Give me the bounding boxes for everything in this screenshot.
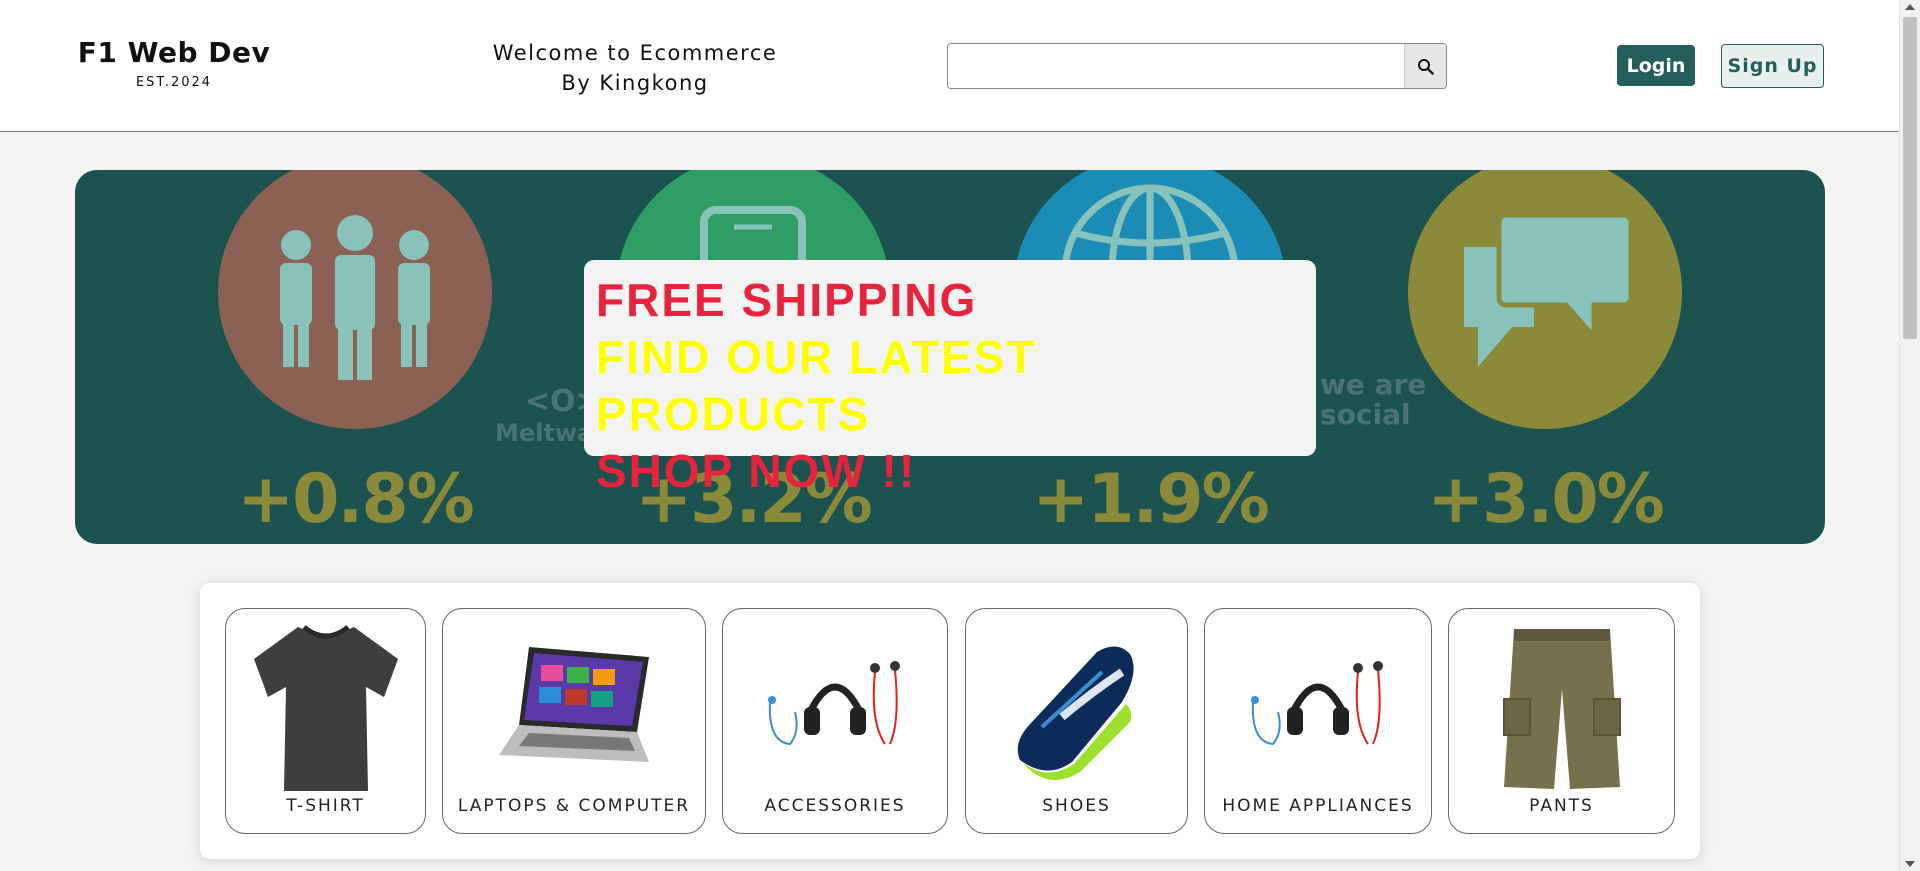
search-input[interactable] (948, 44, 1404, 88)
promo-free-shipping: FREE SHIPPING (596, 274, 978, 326)
promo-latest-products: FIND OUR LATEST PRODUCTS (596, 331, 1037, 440)
shoe-image (1017, 645, 1134, 780)
category-card-laptops[interactable]: LAPTOPS & COMPUTER (442, 608, 706, 834)
scroll-up-arrow-icon[interactable] (1905, 4, 1915, 10)
pants-image (1502, 629, 1621, 789)
promo-shop-now: SHOP NOW !! (596, 445, 917, 497)
category-label: ACCESSORIES (764, 796, 906, 816)
headphones-image (768, 660, 900, 745)
headphones-image (1251, 660, 1383, 745)
category-label: PANTS (1529, 796, 1594, 816)
stat-circle-people (218, 170, 492, 429)
scroll-thumb[interactable] (1903, 17, 1917, 339)
brand-est: EST.2024 (135, 75, 213, 90)
hero-banner[interactable]: <O> Meltwat we are social +0.8% +3.2% +1… (75, 170, 1825, 544)
category-card-accessories[interactable]: ACCESSORIES (722, 608, 948, 834)
category-card-shoes[interactable]: SHOES (965, 608, 1188, 834)
laptop-image (499, 646, 649, 762)
brand-name: F1 Web Dev (77, 36, 271, 69)
tshirt-image (253, 625, 398, 791)
search-icon (1418, 58, 1434, 75)
category-card-pants[interactable]: PANTS (1448, 608, 1675, 834)
login-button[interactable]: Login (1617, 45, 1695, 86)
brand-logo[interactable]: F1 Web Dev EST.2024 (70, 36, 278, 90)
category-label: LAPTOPS & COMPUTER (457, 796, 691, 816)
stat-value: +3.0% (1427, 460, 1665, 539)
category-label: SHOES (1042, 796, 1111, 816)
people-icon (280, 215, 430, 380)
welcome-line-2: By Kingkong (561, 71, 709, 95)
site-header: F1 Web Dev EST.2024 Welcome to Ecommerce… (0, 0, 1899, 132)
page-scrollbar[interactable] (1899, 0, 1920, 871)
welcome-text: Welcome to Ecommerce By Kingkong (470, 38, 800, 98)
category-panel: T-SHIRT LAPTOPS & COMPUTER ACCESSORIES S… (200, 583, 1700, 859)
welcome-line-1: Welcome to Ecommerce (492, 41, 778, 65)
stat-value: +0.8% (237, 460, 475, 539)
category-label: HOME APPLIANCES (1222, 796, 1414, 816)
category-card-home-appliances[interactable]: HOME APPLIANCES (1204, 608, 1432, 834)
category-card-tshirt[interactable]: T-SHIRT (225, 608, 426, 834)
search-bar (947, 43, 1447, 89)
promo-box[interactable]: FREE SHIPPING FIND OUR LATEST PRODUCTS S… (584, 260, 1316, 497)
category-label: T-SHIRT (286, 796, 365, 816)
scroll-down-arrow-icon[interactable] (1905, 861, 1915, 867)
search-button[interactable] (1404, 44, 1446, 88)
signup-button[interactable]: Sign Up (1721, 44, 1824, 88)
watermark-we-are-social: we are social (1320, 368, 1427, 431)
